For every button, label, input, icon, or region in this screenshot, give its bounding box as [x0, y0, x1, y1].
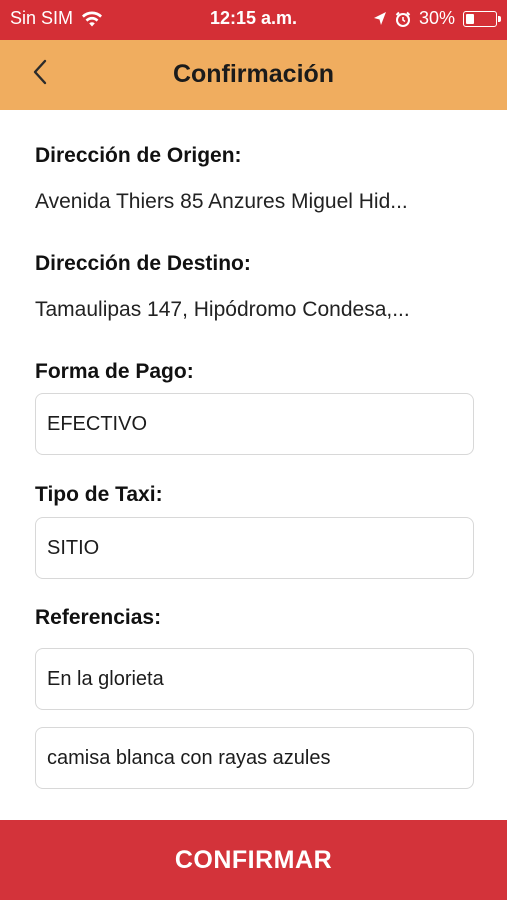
taxi-type-field[interactable]: SITIO [35, 517, 474, 579]
payment-method-field[interactable]: EFECTIVO [35, 393, 474, 455]
payment-method-value: EFECTIVO [47, 412, 148, 435]
origin-label: Dirección de Origen: [35, 144, 242, 167]
reference-value-2: camisa blanca con rayas azules [47, 746, 331, 769]
battery-icon [463, 10, 501, 27]
battery-fill [466, 13, 474, 24]
confirm-button[interactable]: CONFIRMAR [0, 820, 507, 900]
alarm-icon [395, 11, 411, 27]
battery-percent: 30% [418, 8, 455, 28]
origin-value: Avenida Thiers 85 Anzures Miguel Hid... [35, 190, 408, 213]
destination-label: Dirección de Destino: [35, 252, 251, 275]
location-arrow-icon [373, 11, 387, 27]
destination-value: Tamaulipas 147, Hipódromo Condesa,... [35, 298, 410, 321]
taxi-type-value: SITIO [47, 536, 100, 559]
reference-field-1[interactable]: En la glorieta [35, 648, 474, 710]
status-right: 30% [373, 8, 501, 29]
references-label: Referencias: [35, 606, 162, 629]
page-title: Confirmación [172, 60, 335, 88]
battery-tip [498, 15, 501, 22]
payment-label: Forma de Pago: [35, 360, 194, 383]
confirm-button-label: CONFIRMAR [174, 845, 333, 874]
status-bar: Sin SIM 12:15 a.m. 30% [0, 0, 507, 40]
taxi-type-label: Tipo de Taxi: [35, 483, 163, 506]
header-bar: Confirmación [0, 40, 507, 110]
reference-field-2[interactable]: camisa blanca con rayas azules [35, 727, 474, 789]
reference-value-1: En la glorieta [47, 667, 164, 690]
